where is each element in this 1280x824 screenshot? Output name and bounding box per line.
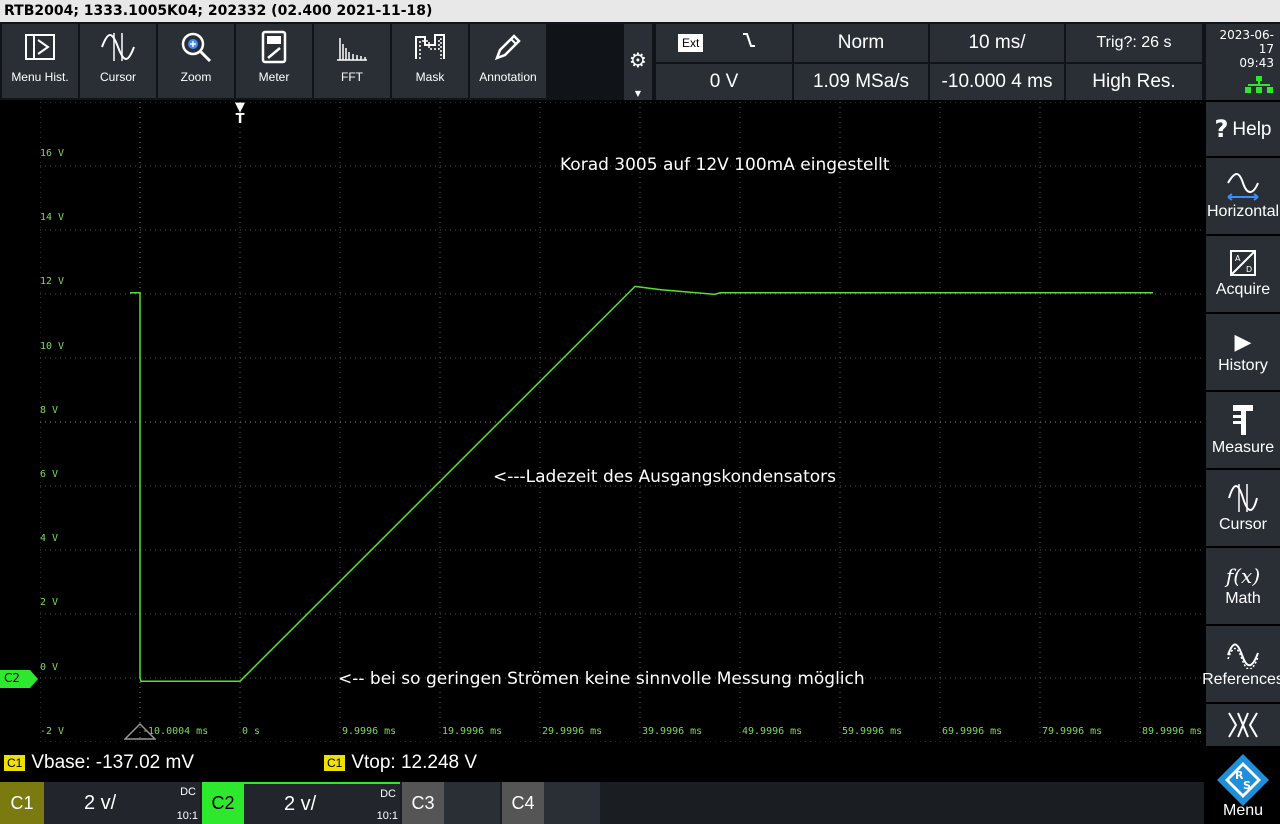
- zoom-icon: [166, 24, 226, 70]
- pencil-icon: [478, 24, 538, 70]
- x-axis-label: 89.9996 ms: [1142, 726, 1203, 737]
- play-icon: ▶: [1234, 329, 1252, 355]
- timebase-cell[interactable]: 10 ms/: [930, 24, 1064, 62]
- references-button[interactable]: References: [1202, 626, 1280, 702]
- annotation-text-1[interactable]: Korad 3005 auf 12V 100mA eingestellt: [560, 155, 890, 175]
- mask-icon: [400, 24, 460, 70]
- cursor-tool-button[interactable]: Cursor: [80, 24, 156, 98]
- horizontal-position-cell[interactable]: -10.000 4 ms: [930, 64, 1064, 100]
- y-axis-label: -2 V: [40, 725, 65, 737]
- x-axis-label: 79.9996 ms: [1042, 726, 1103, 737]
- channel-c3-settings[interactable]: [444, 782, 500, 824]
- acquire-icon: AD: [1230, 250, 1256, 276]
- x-axis-label: 0 s: [242, 726, 261, 737]
- channel-c1-button[interactable]: C1: [0, 782, 44, 824]
- trigger-marker[interactable]: ▼ T: [233, 101, 247, 128]
- svg-text:S: S: [1243, 779, 1251, 792]
- menu-hist-button[interactable]: Menu Hist.: [2, 24, 78, 98]
- date-text: 2023-06-17: [1219, 28, 1274, 56]
- trig-status-cell: Trig?: 26 s: [1066, 24, 1202, 62]
- trigger-source-badge: Ext: [678, 34, 704, 52]
- meter-button[interactable]: Meter: [236, 24, 312, 98]
- title-bar: RTB2004; 1333.1005K04; 202332 (02.400 20…: [0, 0, 1280, 22]
- zoom-button[interactable]: Zoom: [158, 24, 234, 98]
- datetime: 2023-06-17 09:43: [1206, 24, 1280, 100]
- cursor-wave-icon: [88, 24, 148, 70]
- channel-c1-settings[interactable]: 2 v/ DC 10:1: [44, 782, 200, 824]
- c2-offset-marker[interactable]: C2: [0, 670, 38, 688]
- y-axis-label: 2 V: [40, 597, 59, 609]
- measure-button[interactable]: Measure: [1206, 392, 1280, 468]
- annotation-button[interactable]: Annotation: [470, 24, 546, 98]
- math-button[interactable]: f(x) Math: [1206, 548, 1280, 624]
- cursor-button[interactable]: Cursor: [1206, 470, 1280, 546]
- acq-mode-cell[interactable]: High Res.: [1066, 64, 1202, 100]
- acquire-button[interactable]: AD Acquire: [1206, 236, 1280, 312]
- mask-button[interactable]: Mask: [392, 24, 468, 98]
- y-axis-label: 6 V: [40, 469, 59, 480]
- x-axis-label: 39.9996 ms: [642, 726, 703, 737]
- protocol-button[interactable]: [1206, 704, 1280, 746]
- trigger-source-cell[interactable]: Ext: [656, 24, 792, 62]
- measurement-channel-badge: C1: [324, 755, 346, 771]
- x-axis-label: 9.9996 ms: [342, 726, 397, 737]
- channel-c2-settings[interactable]: 2 v/ DC 10:1: [244, 782, 400, 824]
- meter-icon: [244, 24, 304, 70]
- y-axis-label: 8 V: [40, 404, 59, 416]
- right-sidebar: ? Help Horizontal AD Acquire ▶ History M…: [1202, 102, 1280, 824]
- protocol-icon: [1228, 712, 1258, 738]
- channel-bar: C1 2 v/ DC 10:1 C2 2 v/ DC 10:1 C3 C4: [0, 782, 1204, 824]
- falling-edge-icon: [741, 31, 757, 55]
- channel-c4-button[interactable]: C4: [502, 782, 544, 824]
- y-axis-label: 0 V: [40, 661, 59, 673]
- chevron-down-icon: ▼: [634, 89, 642, 98]
- math-icon: f(x): [1225, 564, 1261, 588]
- help-icon: ?: [1214, 115, 1229, 143]
- gear-icon: ⚙: [629, 48, 647, 72]
- menu-button[interactable]: RS Menu: [1206, 748, 1280, 824]
- svg-text:A: A: [1235, 254, 1241, 263]
- measure-icon: [1233, 405, 1253, 435]
- horizontal-icon: [1227, 173, 1259, 201]
- time-text: 09:43: [1239, 56, 1274, 70]
- fft-button[interactable]: FFT: [314, 24, 390, 98]
- y-axis-label: 14 V: [40, 212, 65, 224]
- y-axis-label: 16 V: [40, 148, 65, 159]
- horizontal-button[interactable]: Horizontal: [1206, 158, 1280, 234]
- annotation-text-3[interactable]: <-- bei so geringen Strömen keine sinnvo…: [338, 669, 865, 689]
- sample-rate-cell: 1.09 MSa/s: [794, 64, 928, 100]
- measurement-vbase[interactable]: C1 Vbase: -137.02 mV: [4, 750, 194, 776]
- x-axis-label: 49.9996 ms: [742, 726, 803, 737]
- trigger-mode-cell[interactable]: Norm: [794, 24, 928, 62]
- y-axis-label: 10 V: [40, 340, 65, 352]
- channel-c3-button[interactable]: C3: [402, 782, 444, 824]
- measurement-vtop[interactable]: C1 Vtop: 12.248 V: [324, 750, 477, 776]
- history-button[interactable]: ▶ History: [1206, 314, 1280, 390]
- network-icon: [1206, 76, 1274, 97]
- measurement-channel-badge: C1: [4, 755, 26, 771]
- x-axis-label: 59.9996 ms: [842, 726, 903, 737]
- trigger-level-cell[interactable]: 0 V: [656, 64, 792, 100]
- svg-text:D: D: [1246, 265, 1252, 274]
- annotation-text-2[interactable]: <---Ladezeit des Ausgangskondensators: [493, 467, 836, 487]
- position-marker-icon: [123, 722, 157, 744]
- references-icon: [1227, 643, 1259, 669]
- x-axis-label: 69.9996 ms: [942, 726, 1003, 737]
- channel-c4-settings[interactable]: [544, 782, 600, 824]
- x-axis-label: 29.9996 ms: [542, 726, 603, 737]
- help-button[interactable]: ? Help: [1206, 102, 1280, 156]
- settings-button[interactable]: ⚙ ▼: [624, 24, 652, 100]
- channel-c2-button[interactable]: C2: [202, 782, 244, 824]
- y-axis-label: 12 V: [40, 276, 65, 288]
- fft-icon: [322, 24, 382, 70]
- menu-hist-icon: [10, 24, 70, 70]
- rs-logo-icon: RS: [1217, 754, 1269, 806]
- y-axis-label: 4 V: [40, 533, 59, 545]
- waveform-display[interactable]: [40, 102, 1202, 742]
- x-axis-label: 19.9996 ms: [442, 726, 503, 737]
- cursor-icon: [1228, 484, 1258, 512]
